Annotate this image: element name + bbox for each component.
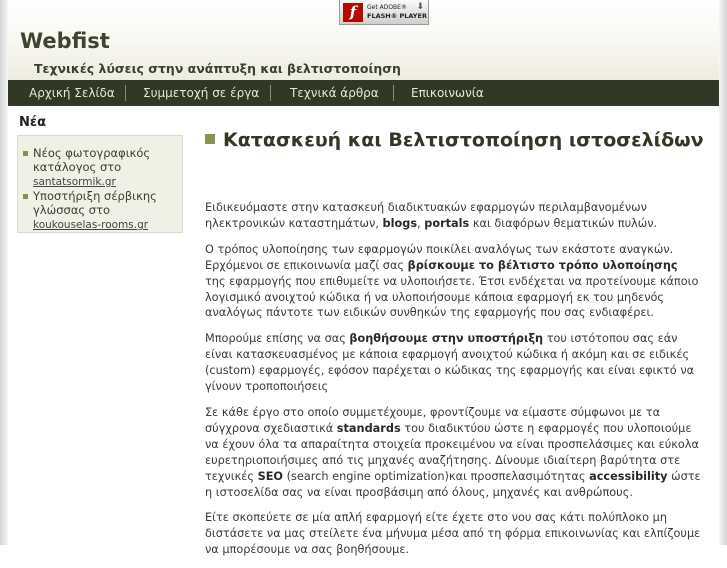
nav-separator [125, 85, 126, 101]
emphasis-text: βρίσκουμε το βέλτιστο τρόπο υλοποίησης [407, 258, 678, 272]
nav-item-articles[interactable]: Τεχνικά άρθρα [290, 80, 379, 106]
page-title: Κατασκευή και Βελτιστοποίηση ιστοσελίδων [205, 127, 705, 154]
bullet-icon [23, 151, 28, 156]
text-span: (search engine optimization)και προσπελα… [283, 469, 590, 483]
emphasis-text: SEO [257, 469, 284, 483]
main-navigation: Αρχική Σελίδα Συμμετοχή σε έργα Τεχνικά … [8, 80, 719, 106]
content-paragraph: Σε κάθε έργο στο οποίο συμμετέχουμε, φρο… [205, 405, 701, 500]
nav-item-home[interactable]: Αρχική Σελίδα [29, 80, 115, 106]
download-arrow-icon: ⬇ [416, 2, 424, 12]
flash-badge-line1: Get ADOBE® [367, 4, 407, 11]
sidebar-news-title: Νέα [19, 115, 47, 130]
site-tagline: Τεχνικές λύσεις στην ανάπτυξη και βελτισ… [34, 61, 401, 76]
content-paragraph: Μπορούμε επίσης να σας βοηθήσουμε στην υ… [205, 331, 701, 395]
news-list: Νέος φωτογραφικός κατάλογος στο santatso… [22, 146, 178, 232]
nav-separator [393, 85, 394, 101]
page-shadow-left [0, 0, 8, 545]
text-span: και διαφόρων θεματικών πυλών. [469, 216, 658, 230]
content-paragraph: Ο τρόπος υλοποίησης των εφαρμογών ποικίλ… [205, 242, 701, 322]
main-content: Ειδικευόμαστε στην κατασκευή διαδικτυακώ… [205, 200, 701, 568]
news-item-text: Νέος φωτογραφικός κατάλογος στο [33, 146, 151, 174]
site-header: f Get ADOBE® FLASH® PLAYER ⬇ Webfist Τεχ… [8, 0, 719, 80]
content-paragraph: Ειδικευόμαστε στην κατασκευή διαδικτυακώ… [205, 200, 701, 232]
page-shadow-right [719, 0, 727, 545]
emphasis-text: blogs [382, 216, 418, 230]
nav-item-contact[interactable]: Επικοινωνία [411, 80, 484, 106]
news-item: Νέος φωτογραφικός κατάλογος στο santatso… [22, 146, 178, 189]
emphasis-text: accessibility [589, 469, 668, 483]
emphasis-text: βοηθήσουμε στην υποστήριξη [349, 332, 544, 346]
news-item-link[interactable]: santatsormik.gr [33, 176, 116, 188]
text-span: Είτε σκοπεύετε σε μία απλή εφαρμογή είτε… [205, 511, 701, 557]
content-paragraph: Είτε σκοπεύετε σε μία απλή εφαρμογή είτε… [205, 510, 701, 558]
bullet-icon [23, 194, 28, 199]
news-item: Υποστήριξη σέρβικης γλώσσας στο koukouse… [22, 189, 178, 232]
flash-badge-line2: FLASH® PLAYER [367, 12, 427, 20]
news-item-link[interactable]: koukouselas-rooms.gr [33, 219, 148, 231]
news-item-text: Υποστήριξη σέρβικης γλώσσας στο [33, 189, 157, 217]
nav-separator [270, 85, 271, 101]
text-span: Μπορούμε επίσης να σας [205, 332, 350, 346]
site-title[interactable]: Webfist [20, 29, 110, 53]
flash-logo-icon: f [343, 2, 363, 22]
emphasis-text: standards [336, 421, 401, 435]
title-bullet-icon [205, 134, 215, 144]
text-span: της εφαρμογής που επιθυμείτε να υλοποιήσ… [205, 274, 699, 320]
nav-item-projects[interactable]: Συμμετοχή σε έργα [143, 80, 259, 106]
emphasis-text: portals [424, 216, 470, 230]
page-title-text: Κατασκευή και Βελτιστοποίηση ιστοσελίδων [223, 129, 704, 151]
news-box: Νέος φωτογραφικός κατάλογος στο santatso… [17, 135, 183, 233]
get-flash-player-badge[interactable]: f Get ADOBE® FLASH® PLAYER ⬇ [339, 0, 429, 25]
